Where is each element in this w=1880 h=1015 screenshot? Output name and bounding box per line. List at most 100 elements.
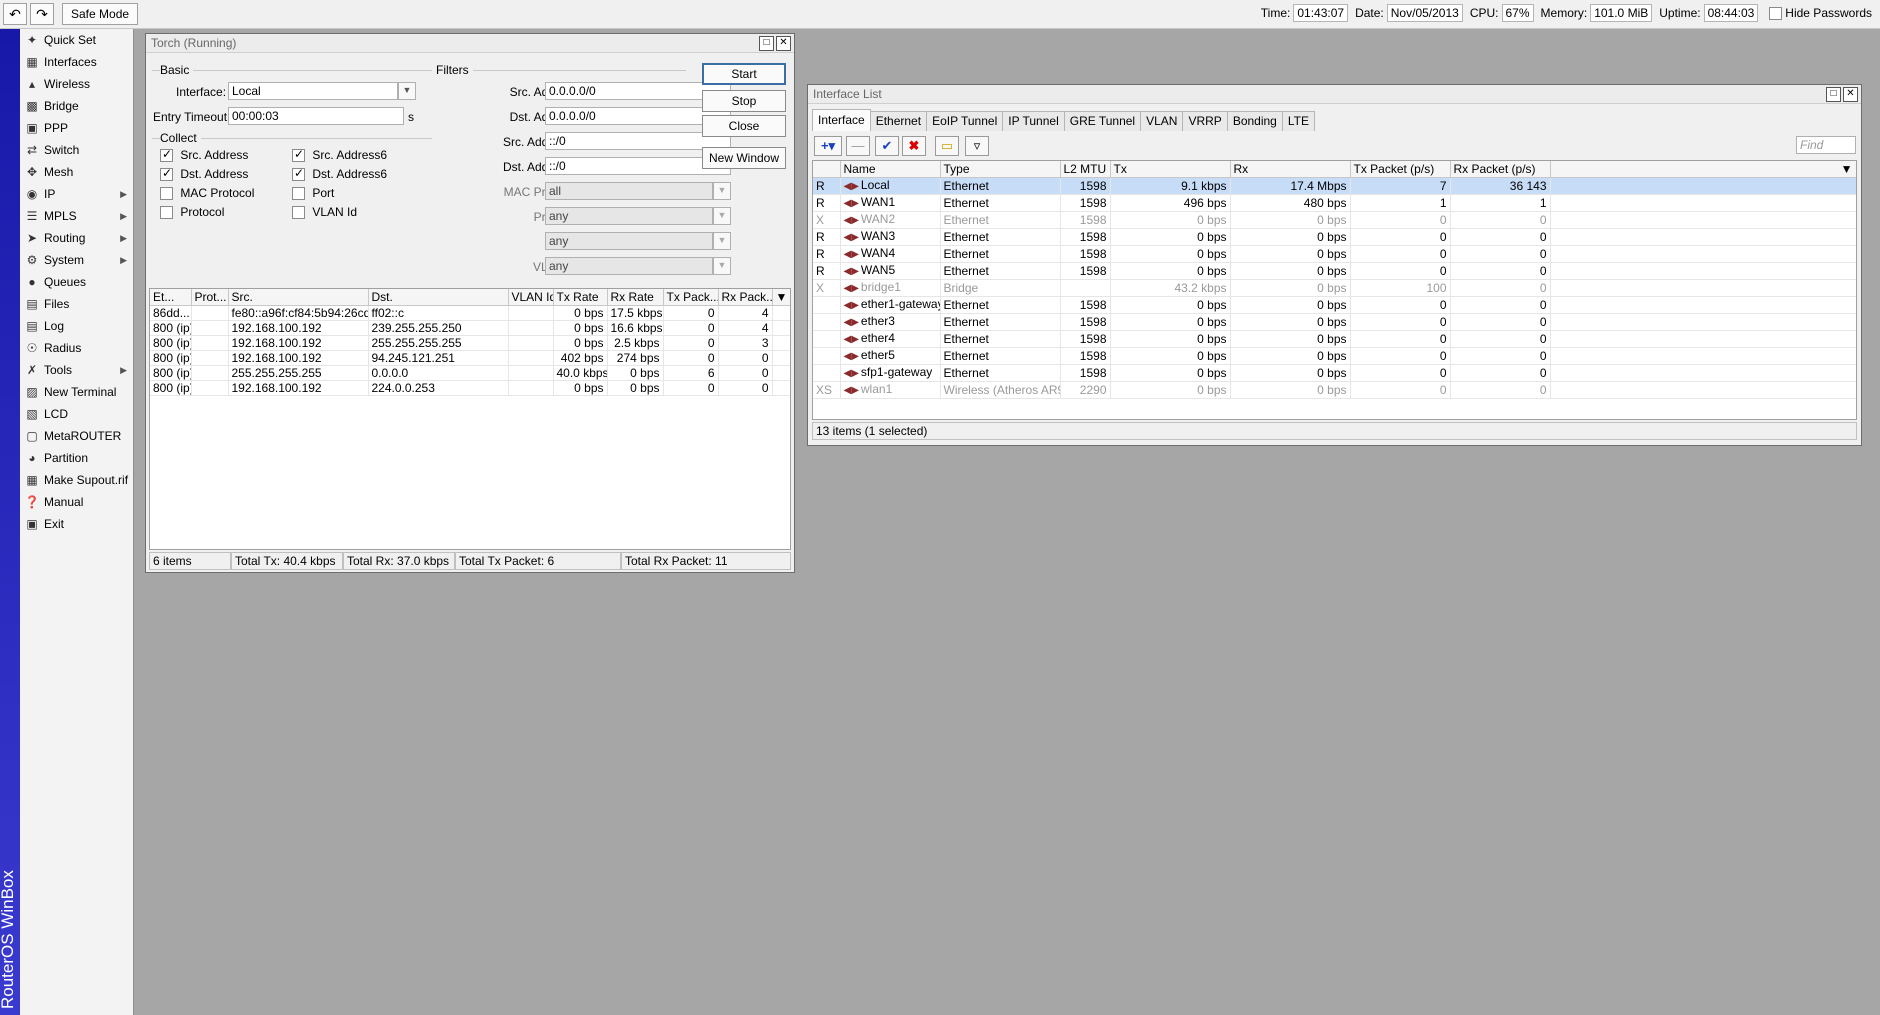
tab-bonding[interactable]: Bonding bbox=[1226, 111, 1283, 131]
table-row[interactable]: 800 (ip) 255.255.255.255 0.0.0.0 40.0 kbps 0… bbox=[150, 365, 790, 381]
column-header[interactable]: L2 MTU bbox=[1060, 161, 1111, 178]
table-row[interactable]: ◀▶ ether3 Ethernet 1598 0 bps 0 bps 0 0 bbox=[813, 313, 1856, 331]
menu-item-queues[interactable]: ● Queues bbox=[20, 271, 133, 293]
add-icon[interactable]: +▾ bbox=[814, 136, 842, 156]
collect-option[interactable]: VLAN Id bbox=[292, 205, 357, 220]
column-header[interactable]: Et... bbox=[150, 289, 192, 306]
column-header[interactable]: Type bbox=[940, 161, 1061, 178]
table-row[interactable]: R ◀▶ WAN3 Ethernet 1598 0 bps 0 bps 0 0 bbox=[813, 228, 1856, 246]
maximize-icon[interactable]: □ bbox=[759, 36, 774, 51]
column-header[interactable]: Prot... bbox=[191, 289, 229, 306]
collect-checkbox[interactable] bbox=[292, 187, 305, 201]
menu-item-partition[interactable]: ◕ Partition bbox=[20, 447, 133, 469]
table-row[interactable]: ◀▶ ether5 Ethernet 1598 0 bps 0 bps 0 0 bbox=[813, 347, 1856, 365]
table-row[interactable]: R ◀▶ WAN5 Ethernet 1598 0 bps 0 bps 0 0 bbox=[813, 262, 1856, 280]
table-row[interactable]: 800 (ip) 192.168.100.192 94.245.121.251 402… bbox=[150, 350, 790, 366]
filter-dropdown-icon[interactable]: ▼ bbox=[713, 257, 731, 275]
menu-item-make-supout-rif[interactable]: ▦ Make Supout.rif bbox=[20, 469, 133, 491]
menu-item-files[interactable]: ▤ Files bbox=[20, 293, 133, 315]
filter-input[interactable]: any bbox=[545, 207, 713, 225]
collect-checkbox[interactable] bbox=[292, 147, 305, 163]
table-row[interactable]: ◀▶ ether4 Ethernet 1598 0 bps 0 bps 0 0 bbox=[813, 330, 1856, 348]
column-chooser-icon[interactable]: ▼ bbox=[1550, 161, 1856, 178]
stop-button[interactable]: Stop bbox=[702, 90, 786, 112]
menu-item-log[interactable]: ▤ Log bbox=[20, 315, 133, 337]
filter-dropdown-icon[interactable]: ▼ bbox=[713, 182, 731, 200]
column-header[interactable]: Tx Pack... bbox=[663, 289, 719, 306]
table-row[interactable]: R ◀▶ Local Ethernet 1598 9.1 kbps 17.4 Mbps 7 36… bbox=[813, 177, 1856, 195]
menu-item-ip[interactable]: ◉ IP ▶ bbox=[20, 183, 133, 205]
table-row[interactable]: R ◀▶ WAN1 Ethernet 1598 496 bps 480 bps 1 1 bbox=[813, 194, 1856, 212]
collect-checkbox[interactable] bbox=[292, 206, 305, 220]
tab-ethernet[interactable]: Ethernet bbox=[869, 111, 928, 131]
filter-input[interactable]: any bbox=[545, 257, 713, 275]
column-header[interactable]: VLAN Id bbox=[508, 289, 554, 306]
table-row[interactable]: 800 (ip) 192.168.100.192 255.255.255.255 0 … bbox=[150, 335, 790, 351]
interface-dropdown-icon[interactable]: ▼ bbox=[398, 82, 416, 100]
undo-icon[interactable]: ↶ bbox=[3, 3, 27, 25]
filter-dropdown-icon[interactable]: ▼ bbox=[713, 232, 731, 250]
column-header[interactable]: Rx Pack... bbox=[718, 289, 773, 306]
collect-option[interactable]: Port bbox=[292, 186, 334, 201]
menu-item-tools[interactable]: ✗ Tools ▶ bbox=[20, 359, 133, 381]
menu-item-new-terminal[interactable]: ▨ New Terminal bbox=[20, 381, 133, 403]
filter-icon[interactable]: ▿ bbox=[965, 136, 989, 156]
maximize-icon[interactable]: □ bbox=[1826, 87, 1841, 102]
column-chooser-icon[interactable]: ▼ bbox=[772, 289, 790, 306]
filter-dropdown-icon[interactable]: ▼ bbox=[713, 207, 731, 225]
menu-item-radius[interactable]: ☉ Radius bbox=[20, 337, 133, 359]
menu-item-mesh[interactable]: ✥ Mesh bbox=[20, 161, 133, 183]
column-header[interactable]: Tx bbox=[1110, 161, 1231, 178]
column-header[interactable]: Tx Rate bbox=[553, 289, 608, 306]
collect-option[interactable]: MAC Protocol bbox=[160, 186, 254, 201]
menu-item-interfaces[interactable]: ▦ Interfaces bbox=[20, 51, 133, 73]
collect-checkbox[interactable] bbox=[160, 147, 173, 163]
table-row[interactable]: ◀▶ ether1-gateway Ethernet 1598 0 bps 0 bps 0 0 bbox=[813, 296, 1856, 314]
menu-item-wireless[interactable]: ▴ Wireless bbox=[20, 73, 133, 95]
menu-item-metarouter[interactable]: ▢ MetaROUTER bbox=[20, 425, 133, 447]
disable-icon[interactable]: ✖ bbox=[902, 136, 926, 156]
column-header[interactable]: Tx Packet (p/s) bbox=[1350, 161, 1451, 178]
filter-input[interactable]: all bbox=[545, 182, 713, 200]
remove-icon[interactable]: — bbox=[846, 136, 870, 156]
menu-item-ppp[interactable]: ▣ PPP bbox=[20, 117, 133, 139]
enable-icon[interactable]: ✔ bbox=[875, 136, 899, 156]
table-row[interactable]: XS◀▶wlan1Wireless (Atheros AR9...22900 b… bbox=[813, 381, 1856, 399]
column-header[interactable] bbox=[813, 161, 841, 178]
menu-item-switch[interactable]: ⇄ Switch bbox=[20, 139, 133, 161]
table-row[interactable]: R ◀▶ WAN4 Ethernet 1598 0 bps 0 bps 0 0 bbox=[813, 245, 1856, 263]
column-header[interactable]: Rx bbox=[1230, 161, 1351, 178]
tab-gre-tunnel[interactable]: GRE Tunnel bbox=[1063, 111, 1142, 131]
collect-checkbox[interactable] bbox=[292, 166, 305, 182]
tab-ip-tunnel[interactable]: IP Tunnel bbox=[1002, 111, 1065, 131]
column-header[interactable]: Dst. bbox=[368, 289, 509, 306]
tab-vrrp[interactable]: VRRP bbox=[1182, 111, 1228, 131]
find-input[interactable]: Find bbox=[1796, 136, 1856, 154]
table-row[interactable]: 800 (ip) 192.168.100.192 239.255.255.250 0 … bbox=[150, 320, 790, 336]
filter-input[interactable]: any bbox=[545, 232, 713, 250]
menu-item-mpls[interactable]: ☰ MPLS ▶ bbox=[20, 205, 133, 227]
collect-option[interactable]: Dst. Address6 bbox=[292, 166, 387, 182]
column-header[interactable]: Rx Packet (p/s) bbox=[1450, 161, 1551, 178]
collect-option[interactable]: Src. Address bbox=[160, 147, 248, 163]
hide-passwords-checkbox[interactable] bbox=[1769, 6, 1783, 20]
redo-icon[interactable]: ↷ bbox=[30, 3, 54, 25]
collect-option[interactable]: Dst. Address bbox=[160, 166, 248, 182]
column-header[interactable]: Src. bbox=[228, 289, 369, 306]
menu-item-lcd[interactable]: ▧ LCD bbox=[20, 403, 133, 425]
collect-checkbox[interactable] bbox=[160, 187, 173, 201]
new-window-button[interactable]: New Window bbox=[702, 147, 786, 169]
table-row[interactable]: ◀▶ sfp1-gateway Ethernet 1598 0 bps 0 bps 0 0 bbox=[813, 364, 1856, 382]
tab-interface[interactable]: Interface bbox=[812, 109, 871, 131]
menu-item-exit[interactable]: ▣ Exit bbox=[20, 513, 133, 535]
close-button[interactable]: Close bbox=[702, 115, 786, 137]
menu-item-routing[interactable]: ➤ Routing ▶ bbox=[20, 227, 133, 249]
tab-vlan[interactable]: VLAN bbox=[1140, 111, 1184, 131]
menu-item-quick-set[interactable]: ✦ Quick Set bbox=[20, 29, 133, 51]
collect-option[interactable]: Protocol bbox=[160, 205, 224, 220]
menu-item-bridge[interactable]: ▩ Bridge bbox=[20, 95, 133, 117]
column-header[interactable]: Name bbox=[840, 161, 941, 178]
menu-item-manual[interactable]: ❓ Manual bbox=[20, 491, 133, 513]
collect-checkbox[interactable] bbox=[160, 166, 173, 182]
table-row[interactable]: 86dd... fe80::a96f:cf84:5b94:26cd ff02::c 0… bbox=[150, 305, 790, 321]
